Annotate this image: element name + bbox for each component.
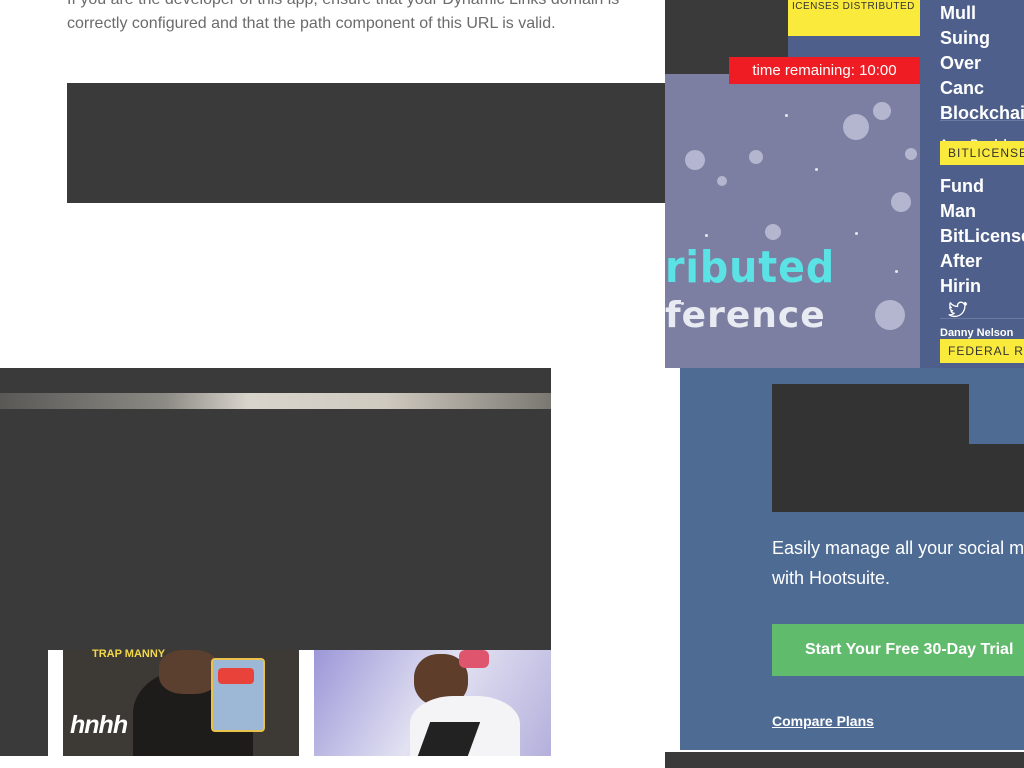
bottom-bar xyxy=(665,752,1024,768)
spacer xyxy=(299,650,314,756)
start-trial-button[interactable]: Start Your Free 30-Day Trial xyxy=(772,624,1024,676)
video-player[interactable] xyxy=(0,368,551,650)
article-1-title[interactable]: Mull Suing Over Canc Blockchai xyxy=(940,1,1024,126)
error-message: If you are the developer of this app, en… xyxy=(67,0,619,32)
spacer xyxy=(48,650,63,756)
ad-image-placeholder xyxy=(772,384,969,512)
compare-plans-link[interactable]: Compare Plans xyxy=(772,713,874,729)
video-frame-strip xyxy=(0,393,551,409)
article-2-title[interactable]: Fund Man BitLicense After Hirin xyxy=(940,174,1024,299)
ad-placeholder-bar xyxy=(67,83,665,203)
video-thumbnail-1[interactable] xyxy=(63,650,299,756)
divider xyxy=(940,120,1024,121)
ad-body-text: Easily manage all your social m with Hoo… xyxy=(772,538,1024,588)
promo-timer: time remaining: 10:00 xyxy=(729,57,920,84)
promo-subtitle: ference xyxy=(665,295,826,336)
promo-top-tag-text: ICENSES DISTRIBUTED xyxy=(792,1,915,12)
ad-image-placeholder xyxy=(969,444,1024,512)
divider xyxy=(940,318,1024,319)
video-edge xyxy=(0,650,48,756)
article-1[interactable]: Mull Suing Over Canc Blockchai Anna Bayd… xyxy=(940,3,1024,150)
tag-bitlicense[interactable]: BITLICENSE xyxy=(940,141,1024,165)
thumbnail-caption: TRAP MANNY xyxy=(92,648,166,660)
video-thumbnail-2[interactable] xyxy=(314,650,551,756)
promo-title: ributed xyxy=(665,242,836,293)
promo-top-tag: ICENSES DISTRIBUTED xyxy=(788,0,920,36)
article-2-author[interactable]: Danny Nelson xyxy=(940,327,1024,339)
article-2[interactable]: Fund Man BitLicense After Hirin Danny Ne… xyxy=(940,174,1024,339)
tag-federal[interactable]: FEDERAL R xyxy=(940,339,1024,363)
hnhh-logo: hnhh xyxy=(70,711,128,739)
